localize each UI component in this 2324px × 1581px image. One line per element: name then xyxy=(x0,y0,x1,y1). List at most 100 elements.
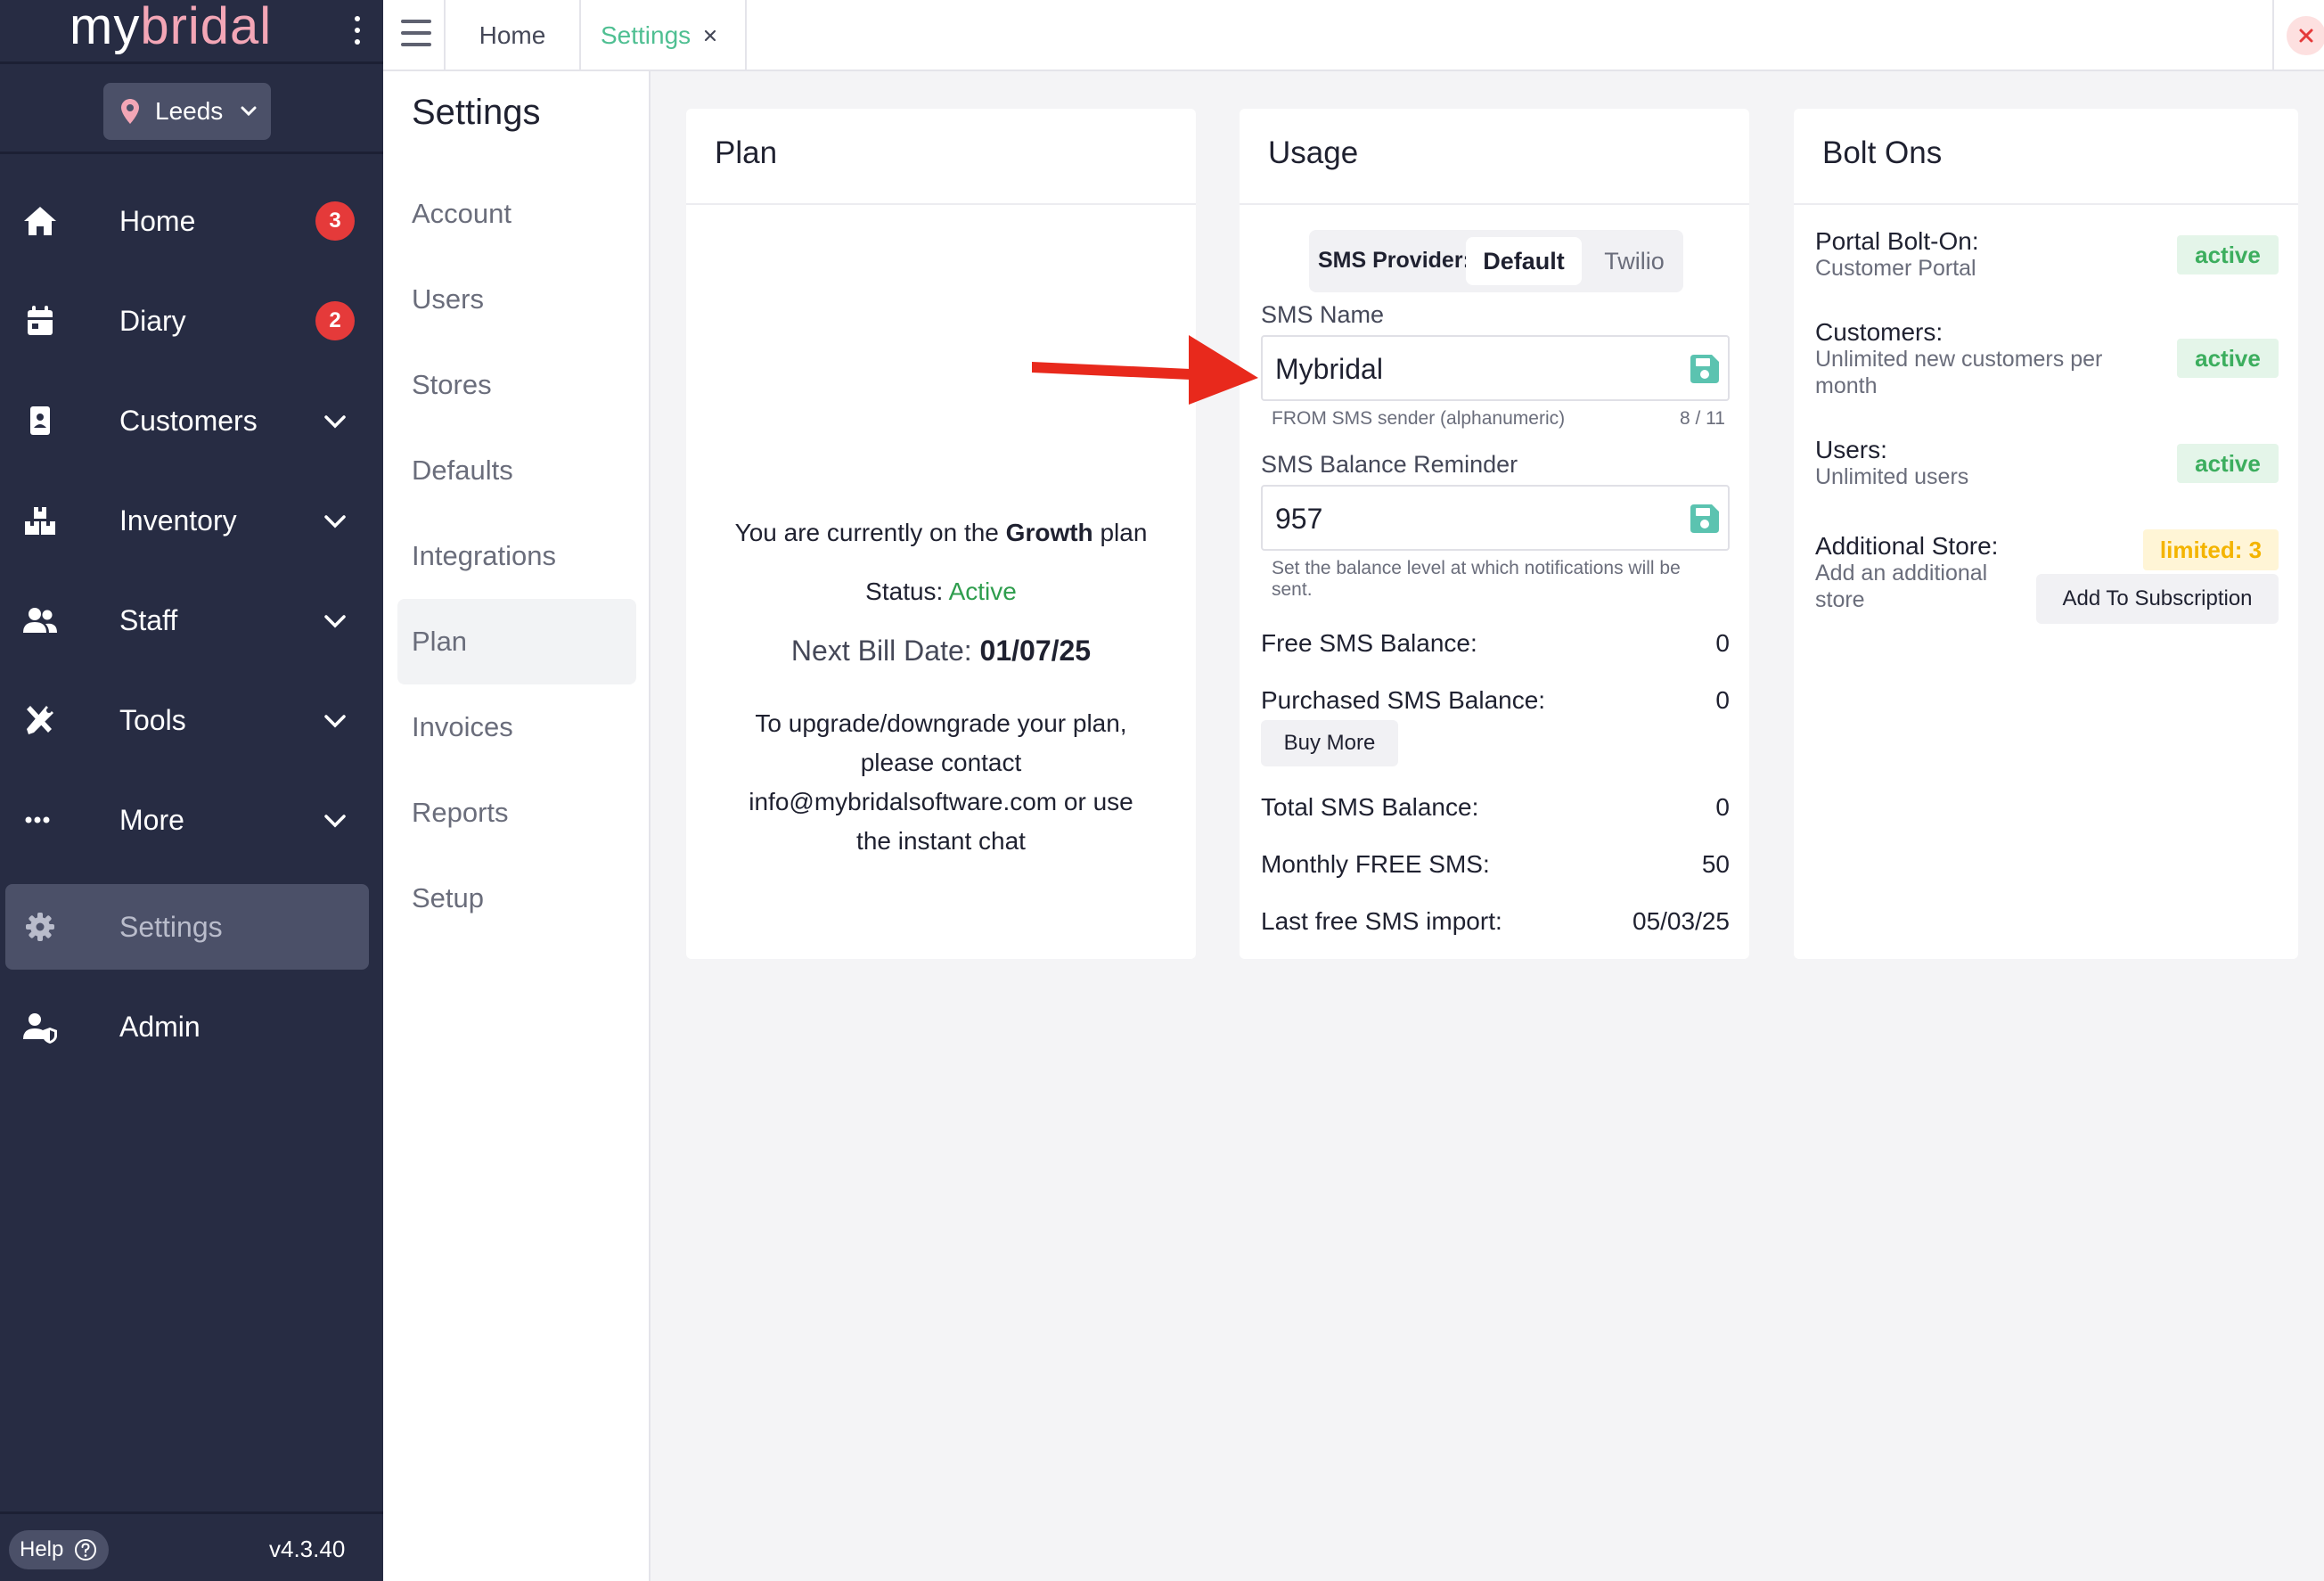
bolt-on-item-customers: Customers: Unlimited new customers per m… xyxy=(1815,319,2279,399)
sms-name-hint: FROM SMS sender (alphanumeric) xyxy=(1272,408,1566,429)
logo-text-bridal: bridal xyxy=(140,0,273,55)
balance-reminder-label: SMS Balance Reminder xyxy=(1261,451,1518,478)
submenu-item-users[interactable]: Users xyxy=(397,257,636,342)
sidebar-item-label: Settings xyxy=(119,910,223,943)
row-label: Total SMS Balance: xyxy=(1261,793,1479,821)
balance-reminder-field xyxy=(1261,485,1730,551)
sidebar-item-inventory[interactable]: Inventory xyxy=(5,478,369,563)
add-to-subscription-button[interactable]: Add To Subscription xyxy=(2036,574,2279,624)
bolt-on-description: Unlimited new customers per month xyxy=(1815,347,2103,398)
plan-suffix: plan xyxy=(1092,519,1148,546)
store-selector[interactable]: Leeds xyxy=(103,83,271,140)
question-circle-icon xyxy=(75,1539,97,1561)
sidebar-item-settings[interactable]: Settings xyxy=(5,884,369,970)
hamburger-menu-icon[interactable] xyxy=(401,20,431,46)
status-badge: active xyxy=(2177,444,2279,483)
tab-home[interactable]: Home xyxy=(444,0,579,71)
tab-label: Home xyxy=(479,21,546,49)
chevron-down-icon xyxy=(324,515,346,528)
sidebar-item-diary[interactable]: Diary 2 xyxy=(5,278,369,364)
status-badge: active xyxy=(2177,235,2279,274)
gear-icon xyxy=(26,913,54,941)
submenu-item-defaults[interactable]: Defaults xyxy=(397,428,636,513)
home-icon xyxy=(24,207,56,235)
bolt-on-description: Add an additional store xyxy=(1815,561,1988,612)
submenu-item-invoices[interactable]: Invoices xyxy=(397,684,636,770)
ellipsis-icon xyxy=(25,816,50,823)
bolt-on-item-portal: Portal Bolt-On: Customer Portal active xyxy=(1815,228,2279,282)
balance-reminder-input[interactable] xyxy=(1275,499,1667,538)
sidebar-item-tools[interactable]: Tools xyxy=(5,677,369,763)
sidebar-item-more[interactable]: More xyxy=(5,777,369,863)
card-header: Bolt Ons xyxy=(1794,109,2298,205)
submenu-item-stores[interactable]: Stores xyxy=(397,342,636,428)
page-title: Settings xyxy=(412,93,541,132)
row-label: Purchased SMS Balance: xyxy=(1261,686,1546,714)
row-label: Monthly FREE SMS: xyxy=(1261,850,1490,878)
bill-label: Next Bill Date: xyxy=(790,635,980,667)
current-plan-text: You are currently on the Growth plan xyxy=(686,519,1196,547)
submenu-item-setup[interactable]: Setup xyxy=(397,856,636,941)
status-badge: limited: 3 xyxy=(2143,529,2279,570)
save-icon[interactable] xyxy=(1687,501,1723,537)
users-icon xyxy=(23,608,57,633)
free-sms-balance-row: Free SMS Balance: 0 xyxy=(1261,629,1730,658)
sidebar-item-label: More xyxy=(119,803,184,836)
save-icon[interactable] xyxy=(1687,351,1723,387)
chevron-down-icon xyxy=(324,815,346,828)
sidebar-item-admin[interactable]: Admin xyxy=(5,984,369,1069)
submenu-item-plan[interactable]: Plan xyxy=(397,599,636,684)
status-badge: active xyxy=(2177,339,2279,378)
plan-body: You are currently on the Growth plan Sta… xyxy=(686,205,1196,959)
submenu-item-integrations[interactable]: Integrations xyxy=(397,513,636,599)
chevron-down-icon xyxy=(324,715,346,728)
status-value: Active xyxy=(948,578,1017,605)
card-header: Usage xyxy=(1240,109,1749,205)
sms-provider-label: SMS Provider: xyxy=(1318,248,1470,273)
app-logo[interactable]: mybridal xyxy=(70,0,272,53)
sidebar-item-customers[interactable]: Customers xyxy=(5,378,369,463)
close-all-tabs-button[interactable] xyxy=(2287,16,2324,55)
app-version: v4.3.40 xyxy=(269,1536,346,1562)
tab-settings[interactable]: Settings xyxy=(579,0,747,71)
next-bill-date: Next Bill Date: 01/07/25 xyxy=(686,635,1196,668)
logo-row: mybridal xyxy=(0,0,383,64)
card-title: Usage xyxy=(1268,135,1359,170)
submenu-item-reports[interactable]: Reports xyxy=(397,770,636,856)
submenu-item-account[interactable]: Account xyxy=(397,171,636,257)
row-label: Last free SMS import: xyxy=(1261,907,1502,935)
sidebar-item-staff[interactable]: Staff xyxy=(5,578,369,663)
sidebar-item-label: Diary xyxy=(119,304,186,337)
total-sms-balance-row: Total SMS Balance: 0 xyxy=(1261,793,1730,822)
sidebar-item-label: Tools xyxy=(119,703,186,736)
card-title: Plan xyxy=(715,135,778,170)
sidebar: mybridal Leeds Home 3 Diary 2 Customers … xyxy=(0,0,383,1581)
close-icon[interactable] xyxy=(703,29,717,43)
calendar-icon xyxy=(28,306,53,335)
annotation-arrow xyxy=(1032,335,1258,405)
chevron-down-icon xyxy=(324,415,346,429)
buy-more-button[interactable]: Buy More xyxy=(1261,720,1398,766)
help-button[interactable]: Help xyxy=(9,1530,109,1569)
help-label: Help xyxy=(20,1537,64,1561)
kebab-menu-icon[interactable] xyxy=(349,12,365,48)
sidebar-item-label: Inventory xyxy=(119,504,237,537)
sidebar-item-home[interactable]: Home 3 xyxy=(5,178,369,264)
sms-name-label: SMS Name xyxy=(1261,301,1385,328)
purchased-sms-balance-row: Purchased SMS Balance: 0 xyxy=(1261,686,1730,715)
row-value: 0 xyxy=(1715,686,1730,714)
sms-name-input[interactable] xyxy=(1275,349,1667,389)
sidebar-item-label: Admin xyxy=(119,1010,200,1043)
provider-option-default[interactable]: Default xyxy=(1466,237,1582,285)
map-pin-icon xyxy=(121,99,139,124)
plan-prefix: You are currently on the xyxy=(734,519,1006,546)
monthly-free-sms-row: Monthly FREE SMS: 50 xyxy=(1261,850,1730,879)
store-row: Leeds xyxy=(0,67,383,154)
notification-badge: 2 xyxy=(315,301,355,340)
boxes-icon xyxy=(25,507,55,535)
bolt-ons-card: Bolt Ons Portal Bolt-On: Customer Portal… xyxy=(1794,109,2298,959)
notification-badge: 3 xyxy=(315,201,355,241)
plan-status: Status: Active xyxy=(686,578,1196,606)
provider-option-twilio[interactable]: Twilio xyxy=(1594,237,1674,285)
sidebar-item-label: Customers xyxy=(119,404,258,437)
